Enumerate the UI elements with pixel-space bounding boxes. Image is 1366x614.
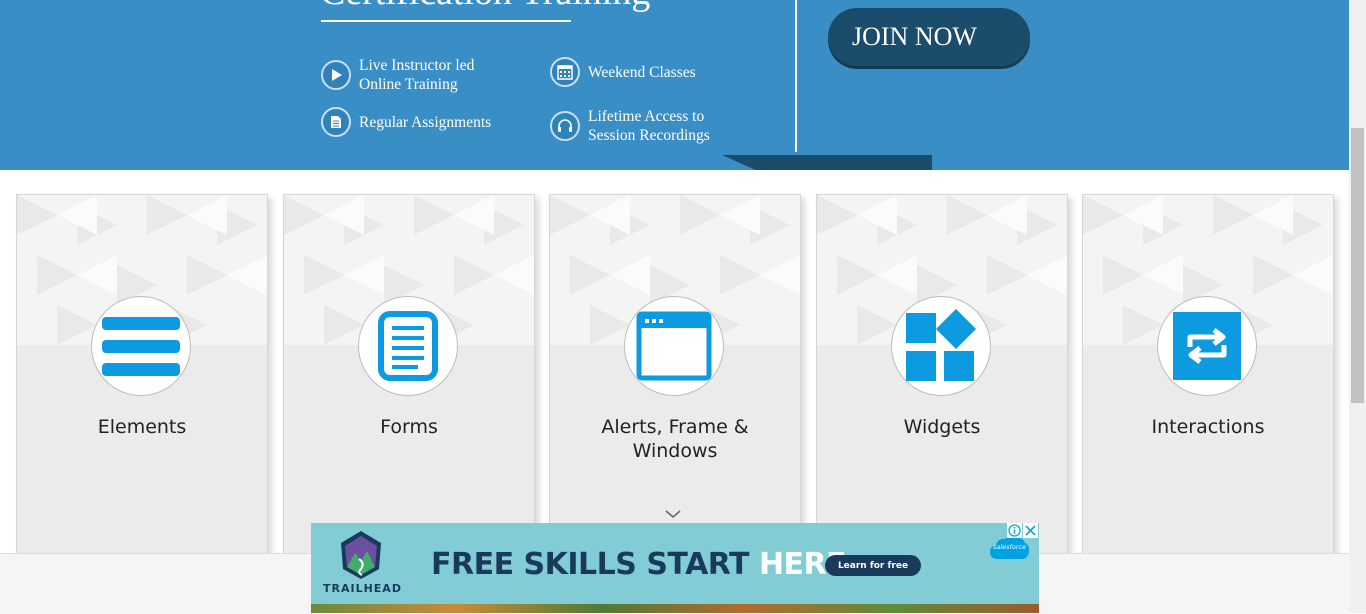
feature-text: Weekend Classes [588,63,696,81]
ad-headline: FREE SKILLS START HERE. [431,547,858,582]
document-form-icon [378,311,438,381]
close-icon[interactable] [1023,523,1038,538]
ad-headline-part1: FREE SKILLS START [431,547,750,582]
interactions-icon [1173,312,1241,380]
card-widgets[interactable]: Widgets [816,194,1068,576]
banner-title: Certification Training [320,0,650,14]
ad-brand: TRAILHEAD [323,582,402,595]
card-title: Alerts, Frame & Windows [601,416,749,462]
join-now-button[interactable]: JOIN NOW [828,8,1030,66]
card-title: Elements [97,416,187,438]
card-icon-circle [358,296,458,396]
card-icon-circle [91,296,191,396]
hamburger-menu-icon [102,317,180,376]
card-title: Widgets [903,416,981,438]
trailhead-logo-icon [341,531,381,579]
feature-text: Lifetime Access to Session Recordings [588,108,710,144]
feature-lifetime-access: Lifetime Access to Session Recordings [550,107,748,145]
play-icon [321,60,351,90]
info-icon[interactable] [1007,523,1022,538]
card-interactions[interactable]: Interactions [1082,194,1334,576]
ad-cta-button[interactable]: Learn for free [825,555,921,576]
headphones-icon [550,111,580,141]
ad-sponsor: salesforce [993,543,1027,551]
card-icon-circle [891,296,991,396]
feature-live-training: Live Instructor led Online Training [321,56,519,94]
calendar-icon [550,57,580,87]
feature-text: Live Instructor led Online Training [359,57,475,93]
advertisement-banner[interactable]: TRAILHEAD FREE SKILLS START HERE. Learn … [311,523,1039,613]
browser-window-icon [636,311,712,381]
scrollbar-thumb[interactable] [1351,128,1364,403]
feature-weekend-classes: Weekend Classes [550,57,748,87]
card-icon-circle [624,296,724,396]
card-title: Interactions [1151,416,1265,438]
widgets-grid-icon [906,309,976,381]
feature-text: Regular Assignments [359,113,492,131]
ad-illustration-strip [311,604,1039,613]
banner-tab-decoration [722,155,932,170]
card-title: Forms [380,416,438,438]
card-icon-circle [1157,296,1257,396]
banner-divider [795,0,797,152]
card-forms[interactable]: Forms [283,194,535,576]
card-elements[interactable]: Elements [16,194,268,576]
chevron-down-icon[interactable] [664,508,682,520]
promo-banner: Certification Training Live Instructor l… [0,0,1349,170]
banner-title-underline [321,20,571,22]
feature-assignments: Regular Assignments [321,107,519,137]
document-icon [321,107,351,137]
